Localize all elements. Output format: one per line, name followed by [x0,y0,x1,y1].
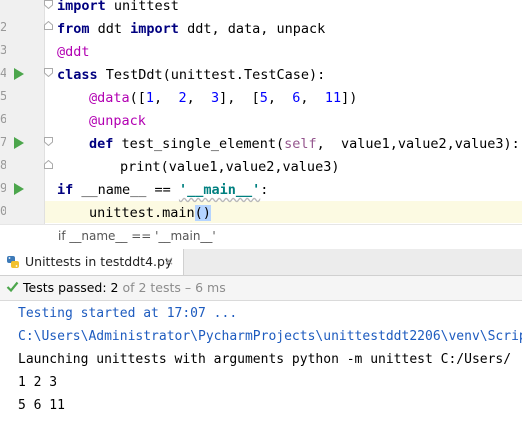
matched-parens: () [194,205,211,221]
console-line: 1 2 3 [18,375,58,390]
code-line: unittest.main() [89,202,211,224]
code-line: from ddt import ddt, data, unpack [57,18,325,40]
decorator: @unpack [89,113,146,129]
run-gutter-icon[interactable] [14,183,24,195]
python-icon [5,255,21,272]
line-number: 2 [0,20,6,34]
fold-marker-icon[interactable] [44,68,53,77]
keyword: if [57,182,74,198]
code-text: ], [ [219,90,260,106]
console-line: Testing started at 17:07 ... [18,306,238,321]
decorator: @ddt [57,44,90,60]
status-prefix: Tests passed: [23,280,111,295]
code-text: , [267,90,293,106]
code-line: import unittest [57,0,179,17]
line-number: 0 [0,204,6,218]
run-tool-window-tabs: Unittests in testddt4.py × [0,249,522,276]
keyword: import [130,21,179,37]
tab-label: Unittests in testddt4.py [25,254,173,269]
code-text: unittest [105,0,179,14]
number-literal: 2 [178,90,187,106]
code-text: test_single_element( [113,136,285,152]
keyword: from [57,21,90,37]
check-icon [6,280,19,296]
line-number: 6 [0,112,6,126]
run-gutter-icon[interactable] [14,68,24,80]
line-number: 4 [0,66,6,80]
code-line: @data([1, 2, 3], [5, 6, 11]) [89,87,357,109]
code-text: , [154,90,179,106]
keyword: class [57,67,98,83]
self-param: self [284,136,317,152]
code-text: , value1,value2,value3): [316,136,520,152]
line-number: 7 [0,135,6,149]
number-literal: 3 [210,90,220,106]
code-text: TestDdt(unittest.TestCase): [97,67,326,83]
code-text: ]) [341,90,358,106]
code-text: ([ [129,90,146,106]
code-line: class TestDdt(unittest.TestCase): [57,64,325,86]
code-text: : [260,182,269,198]
gutter-separator [44,0,45,224]
code-text: __name__ == [73,182,179,198]
number-literal: 5 [259,90,268,106]
test-status-bar: Tests passed: 2 of 2 tests – 6 ms [0,276,522,301]
run-gutter-icon[interactable] [14,137,24,149]
status-suffix: of 2 tests – 6 ms [118,280,226,295]
code-line: @unpack [89,110,146,132]
code-text: , [186,90,211,106]
code-line: if __name__ == '__main__': [57,179,268,201]
line-number: 3 [0,43,6,57]
code-text: , [300,90,325,106]
fold-marker-icon[interactable] [44,137,53,146]
fold-marker-icon[interactable] [44,21,53,30]
line-number: 9 [0,181,6,195]
line-number: 8 [0,158,6,172]
fold-marker-icon[interactable] [44,0,53,9]
keyword: import [57,0,106,14]
line-number: 5 [0,89,6,103]
keyword: def [89,136,114,152]
number-literal: 1 [145,90,155,106]
code-text: ddt [89,21,131,37]
code-editor[interactable]: 2 3 4 5 6 7 8 9 0 import unittest from d… [0,0,522,224]
decorator: @data [89,90,130,106]
code-line: @ddt [57,41,90,63]
code-text: print(value1,value2,value3) [120,159,340,175]
code-text: unittest.main [89,205,195,221]
code-line: def test_single_element(self, value1,val… [89,133,520,155]
console-line: Launching unittests with arguments pytho… [18,352,512,367]
code-line: print(value1,value2,value3) [120,156,339,178]
string-literal: '__main__' [178,182,261,198]
breadcrumb-item[interactable]: if __name__ == '__main__' [58,229,216,243]
fold-marker-icon[interactable] [44,160,53,169]
tab-unittests[interactable]: Unittests in testddt4.py × [0,249,184,275]
breadcrumb[interactable]: if __name__ == '__main__' [0,224,522,250]
close-icon[interactable]: × [164,254,174,268]
number-literal: 11 [324,90,342,106]
console-line: C:\Users\Administrator\PycharmProjects\u… [18,329,522,344]
console-output[interactable]: Testing started at 17:07 ... C:\Users\Ad… [0,301,522,428]
console-line: 5 6 11 [18,398,65,413]
status-text: Tests passed: 2 of 2 tests – 6 ms [23,280,226,295]
code-text: ddt, data, unpack [178,21,326,37]
